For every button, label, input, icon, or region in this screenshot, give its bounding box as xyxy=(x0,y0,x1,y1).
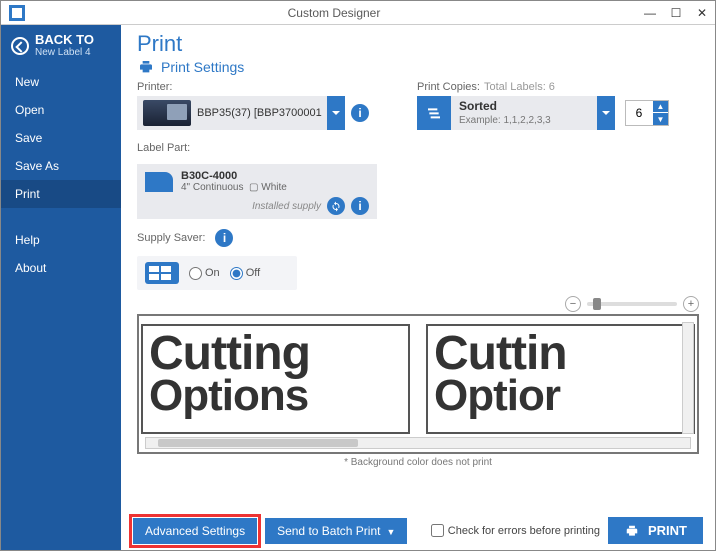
content-area: Print Print Settings Printer: BBP35(37) … xyxy=(121,25,715,550)
advanced-settings-button[interactable]: Advanced Settings xyxy=(133,518,257,544)
copies-input[interactable] xyxy=(626,106,652,120)
label-part-box: B30C-4000 4" Continuous ▢ White Installe… xyxy=(137,164,377,219)
printer-info-icon[interactable]: i xyxy=(351,104,369,122)
printer-dropdown-button[interactable] xyxy=(327,96,345,130)
preview-scroll-horizontal[interactable] xyxy=(145,437,691,449)
copies-label: Print Copies: xyxy=(417,81,480,93)
check-errors-checkbox[interactable]: Check for errors before printing xyxy=(431,524,600,537)
total-labels: Total Labels: 6 xyxy=(484,81,555,93)
app-title: Custom Designer xyxy=(31,6,637,20)
background-note: * Background color does not print xyxy=(137,457,699,468)
label-part-width: 4" Continuous xyxy=(181,182,243,193)
copies-spin-down[interactable]: ▼ xyxy=(652,113,668,125)
labelpart-info-icon[interactable]: i xyxy=(351,197,369,215)
nav-save-as[interactable]: Save As xyxy=(1,152,121,180)
back-subtitle: New Label 4 xyxy=(35,47,94,58)
copies-spin-up[interactable]: ▲ xyxy=(652,101,668,113)
supply-saver-on[interactable]: On xyxy=(189,267,220,280)
nav-help[interactable]: Help xyxy=(1,226,121,254)
print-icon xyxy=(624,524,640,538)
print-preview: Cutting Options Cuttin Optior xyxy=(137,314,699,454)
printer-settings-icon xyxy=(137,59,155,75)
nav-save[interactable]: Save xyxy=(1,124,121,152)
sidebar: BACK TO New Label 4 New Open Save Save A… xyxy=(1,25,121,550)
nav-open[interactable]: Open xyxy=(1,96,121,124)
nav-new[interactable]: New xyxy=(1,68,121,96)
copies-mode-select[interactable]: Sorted Example: 1,1,2,2,3,3 xyxy=(417,96,597,130)
copies-mode: Sorted xyxy=(459,99,497,113)
label-part-color: White xyxy=(261,182,287,193)
maximize-button[interactable]: ☐ xyxy=(663,6,689,20)
installed-supply-text: Installed supply xyxy=(252,201,321,212)
back-arrow-icon xyxy=(11,37,29,55)
minimize-button[interactable]: — xyxy=(637,6,663,20)
app-icon xyxy=(9,5,25,21)
title-bar: Custom Designer — ☐ ✕ xyxy=(1,1,715,25)
supply-saver-icon xyxy=(145,262,179,284)
back-button[interactable]: BACK TO New Label 4 xyxy=(1,25,121,68)
print-button[interactable]: PRINT xyxy=(608,517,703,544)
zoom-slider[interactable] xyxy=(587,302,677,306)
nav-about[interactable]: About xyxy=(1,254,121,282)
zoom-in-button[interactable]: + xyxy=(683,296,699,312)
send-to-batch-button[interactable]: Send to Batch Print▼ xyxy=(265,518,407,544)
close-button[interactable]: ✕ xyxy=(689,6,715,20)
supply-saver-off[interactable]: Off xyxy=(230,267,260,280)
printer-image-icon xyxy=(143,100,191,126)
zoom-out-button[interactable]: − xyxy=(565,296,581,312)
printer-select[interactable]: BBP35(37) [BBP3700001 xyxy=(137,96,327,130)
copies-example: Example: 1,1,2,2,3,3 xyxy=(459,115,551,126)
copies-dropdown-button[interactable] xyxy=(597,96,615,130)
label-roll-icon xyxy=(145,172,173,192)
label-part-number: B30C-4000 xyxy=(181,170,237,182)
printer-name: BBP35(37) [BBP3700001 xyxy=(197,107,322,119)
preview-label-2: Cuttin Optior xyxy=(426,324,695,434)
back-title: BACK TO xyxy=(35,33,94,47)
nav-print[interactable]: Print xyxy=(1,180,121,208)
sorted-icon xyxy=(417,96,451,130)
printer-label: Printer: xyxy=(137,81,377,93)
preview-scroll-vertical[interactable] xyxy=(682,322,694,434)
supply-saver-info-icon[interactable]: i xyxy=(215,229,233,247)
page-subtitle: Print Settings xyxy=(161,59,244,75)
refresh-supply-button[interactable] xyxy=(327,197,345,215)
page-subtitle-row: Print Settings xyxy=(137,59,699,75)
supply-saver-label: Supply Saver: xyxy=(137,232,205,244)
preview-label-1: Cutting Options xyxy=(141,324,410,434)
page-title: Print xyxy=(137,31,699,57)
labelpart-label: Label Part: xyxy=(137,142,377,154)
